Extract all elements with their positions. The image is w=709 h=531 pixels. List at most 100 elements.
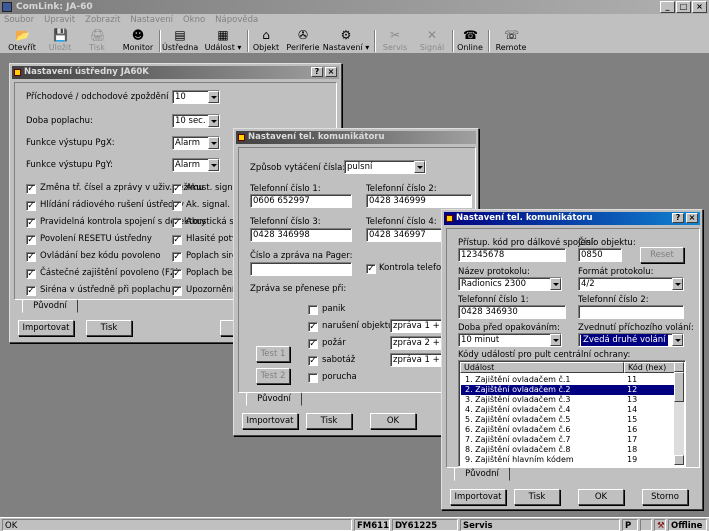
toolbar-print-button[interactable]: 🖨 Tisk <box>82 27 112 54</box>
toolbar-settings-button[interactable]: ⚙ Nastavení ▾ <box>322 27 370 54</box>
option-checkbox[interactable]: ✓ <box>26 269 36 279</box>
import-button[interactable]: Importovat <box>450 489 506 505</box>
scroll-up-arrow[interactable] <box>674 362 684 372</box>
toolbar-signal-button[interactable]: ✕ Signál <box>415 27 449 54</box>
cancel-button[interactable]: Storno <box>642 489 688 505</box>
menu-soubor[interactable]: Soubor <box>4 14 34 27</box>
help-button[interactable]: ? <box>311 67 323 77</box>
list-item[interactable]: 5. Zajištění ovladačem č.5 15 <box>461 415 674 425</box>
menu-zobrazit[interactable]: Zobrazit <box>85 14 120 27</box>
access-code-field[interactable]: 12345678 <box>458 248 566 262</box>
toolbar-open-button[interactable]: 📂 Otevřít <box>4 27 40 54</box>
list-scrollbar[interactable] <box>674 362 684 465</box>
ok-button[interactable]: OK <box>578 489 624 505</box>
alarm-duration-select[interactable]: 10 sec. <box>172 114 220 128</box>
service-icon: ✂ <box>389 28 401 42</box>
print-button[interactable]: Tisk <box>86 320 132 336</box>
field-label: Formát protokolu: <box>578 267 654 277</box>
list-item[interactable]: 8. Zajištění ovladačem č.8 18 <box>461 445 674 455</box>
entry-delay-select[interactable]: 10 <box>172 90 220 104</box>
list-item[interactable]: 9. Zajištění hlavním kódem 19 <box>461 455 674 465</box>
dial-mode-select[interactable]: pulsní <box>344 160 426 174</box>
minimize-button[interactable]: _ <box>660 1 675 13</box>
print-button[interactable]: Tisk <box>306 413 352 429</box>
dialog-close-button[interactable]: × <box>325 67 337 77</box>
menu-nastaveni[interactable]: Nastavení <box>130 14 173 27</box>
menu-okno[interactable]: Okno <box>183 14 205 27</box>
status-fm: FM61105 <box>354 519 390 531</box>
toolbar-peripheral-button[interactable]: ✇ Periferie <box>285 27 321 54</box>
toolbar-event-button[interactable]: ▦ Událost ▾ <box>201 27 245 54</box>
toolbar-service-button[interactable]: ✂ Servis <box>378 27 412 54</box>
column-header-code[interactable]: Kód (hex) <box>624 362 676 373</box>
protocol-select[interactable]: Radionics 2300 <box>458 277 562 291</box>
list-item[interactable]: 4. Zajištění ovladačem č.4 14 <box>461 405 674 415</box>
event-fire-checkbox[interactable]: ✓ <box>308 339 318 349</box>
menu-upravit[interactable]: Upravit <box>44 14 75 27</box>
option-checkbox[interactable]: ✓ <box>172 286 182 296</box>
field-label: Telefonní číslo 2: <box>578 295 649 305</box>
event-intrusion-checkbox[interactable]: ✓ <box>308 322 318 332</box>
tab-original[interactable]: Původní <box>22 299 78 313</box>
list-item[interactable]: 2. Zajištění ovladačem č.2 12 <box>461 385 674 395</box>
option-checkbox[interactable]: ✓ <box>26 252 36 262</box>
phone-1-field[interactable]: 0606 652997 <box>250 194 352 208</box>
field-label: Doba poplachu: <box>26 116 93 126</box>
object-number-field[interactable]: 0850 <box>578 248 622 262</box>
menu-napoveda[interactable]: Nápověda <box>215 14 258 27</box>
pager-field[interactable] <box>250 262 352 276</box>
close-button[interactable]: × <box>692 1 707 13</box>
toolbar-online-button[interactable]: ☎ Online <box>455 27 485 54</box>
import-button[interactable]: Importovat <box>18 320 74 336</box>
toolbar-object-button[interactable]: ⌂ Objekt <box>250 27 282 54</box>
ok-button[interactable]: OK <box>370 413 416 429</box>
list-item[interactable]: 7. Zajištění ovladačem č.7 17 <box>461 435 674 445</box>
import-button[interactable]: Importovat <box>242 413 298 429</box>
dialog-close-button[interactable]: × <box>686 213 698 223</box>
maximize-button[interactable]: □ <box>676 1 691 13</box>
option-checkbox[interactable]: ✓ <box>172 235 182 245</box>
list-item[interactable]: 3. Zajištění ovladačem č.3 13 <box>461 395 674 405</box>
toolbar-save-button[interactable]: 💾 Uložit <box>44 27 76 54</box>
toolbar-monitor-button[interactable]: ☻ Monitor <box>120 27 156 54</box>
option-checkbox[interactable]: ✓ <box>172 201 182 211</box>
retry-delay-select[interactable]: 10 minut <box>458 333 562 347</box>
option-checkbox[interactable]: ✓ <box>26 218 36 228</box>
option-checkbox[interactable]: ✓ <box>26 184 36 194</box>
event-codes-list[interactable]: Událost Kód (hex) 1. Zajištění ovladačem… <box>458 360 686 467</box>
tab-original[interactable]: Původní <box>454 467 510 481</box>
toolbar-panel-button[interactable]: ▤ Ústředna <box>162 27 198 54</box>
event-tamper-checkbox[interactable]: ✓ <box>308 356 318 366</box>
toolbar-remote-button[interactable]: ☏ Remote <box>493 27 529 54</box>
option-checkbox[interactable]: ✓ <box>26 235 36 245</box>
option-checkbox[interactable]: ✓ <box>26 286 36 296</box>
scroll-thumb[interactable] <box>674 372 684 402</box>
event-panic-checkbox[interactable] <box>308 305 318 315</box>
option-checkbox[interactable]: ✓ <box>26 201 36 211</box>
phone-3-field[interactable]: 0428 346998 <box>250 228 352 242</box>
line-check-checkbox[interactable]: ✓ <box>366 264 376 274</box>
list-item[interactable]: 6. Zajištění ovladačem č.6 16 <box>461 425 674 435</box>
pcc-phone-1-field[interactable]: 0428 346930 <box>458 305 566 319</box>
scroll-down-arrow[interactable] <box>674 455 684 465</box>
phone-2-field[interactable]: 0428 346999 <box>366 194 472 208</box>
option-checkbox[interactable]: ✓ <box>172 252 182 262</box>
tab-original[interactable]: Původní <box>246 392 302 406</box>
option-checkbox[interactable]: ✓ <box>172 218 182 228</box>
option-checkbox[interactable]: ✓ <box>172 184 182 194</box>
list-item[interactable]: 1. Zajištění ovladačem č.1 11 <box>461 375 674 385</box>
print-button[interactable]: Tisk <box>514 489 560 505</box>
help-button[interactable]: ? <box>672 213 684 223</box>
answer-mode-select[interactable]: Zvedá druhé volání <box>578 333 684 347</box>
pgx-function-select[interactable]: Alarm <box>172 136 220 150</box>
dialog-title: Nastavení tel. komunikátoru <box>456 213 593 223</box>
pgy-function-select[interactable]: Alarm <box>172 158 220 172</box>
reset-button[interactable]: Reset <box>640 247 684 263</box>
format-select[interactable]: 4/2 <box>578 277 684 291</box>
option-checkbox[interactable]: ✓ <box>172 269 182 279</box>
test-1-button[interactable]: Test 1 <box>256 346 290 362</box>
event-fault-checkbox[interactable] <box>308 373 318 383</box>
column-header-event[interactable]: Událost <box>460 362 624 373</box>
test-2-button[interactable]: Test 2 <box>256 368 290 384</box>
pcc-phone-2-field[interactable] <box>578 305 684 319</box>
